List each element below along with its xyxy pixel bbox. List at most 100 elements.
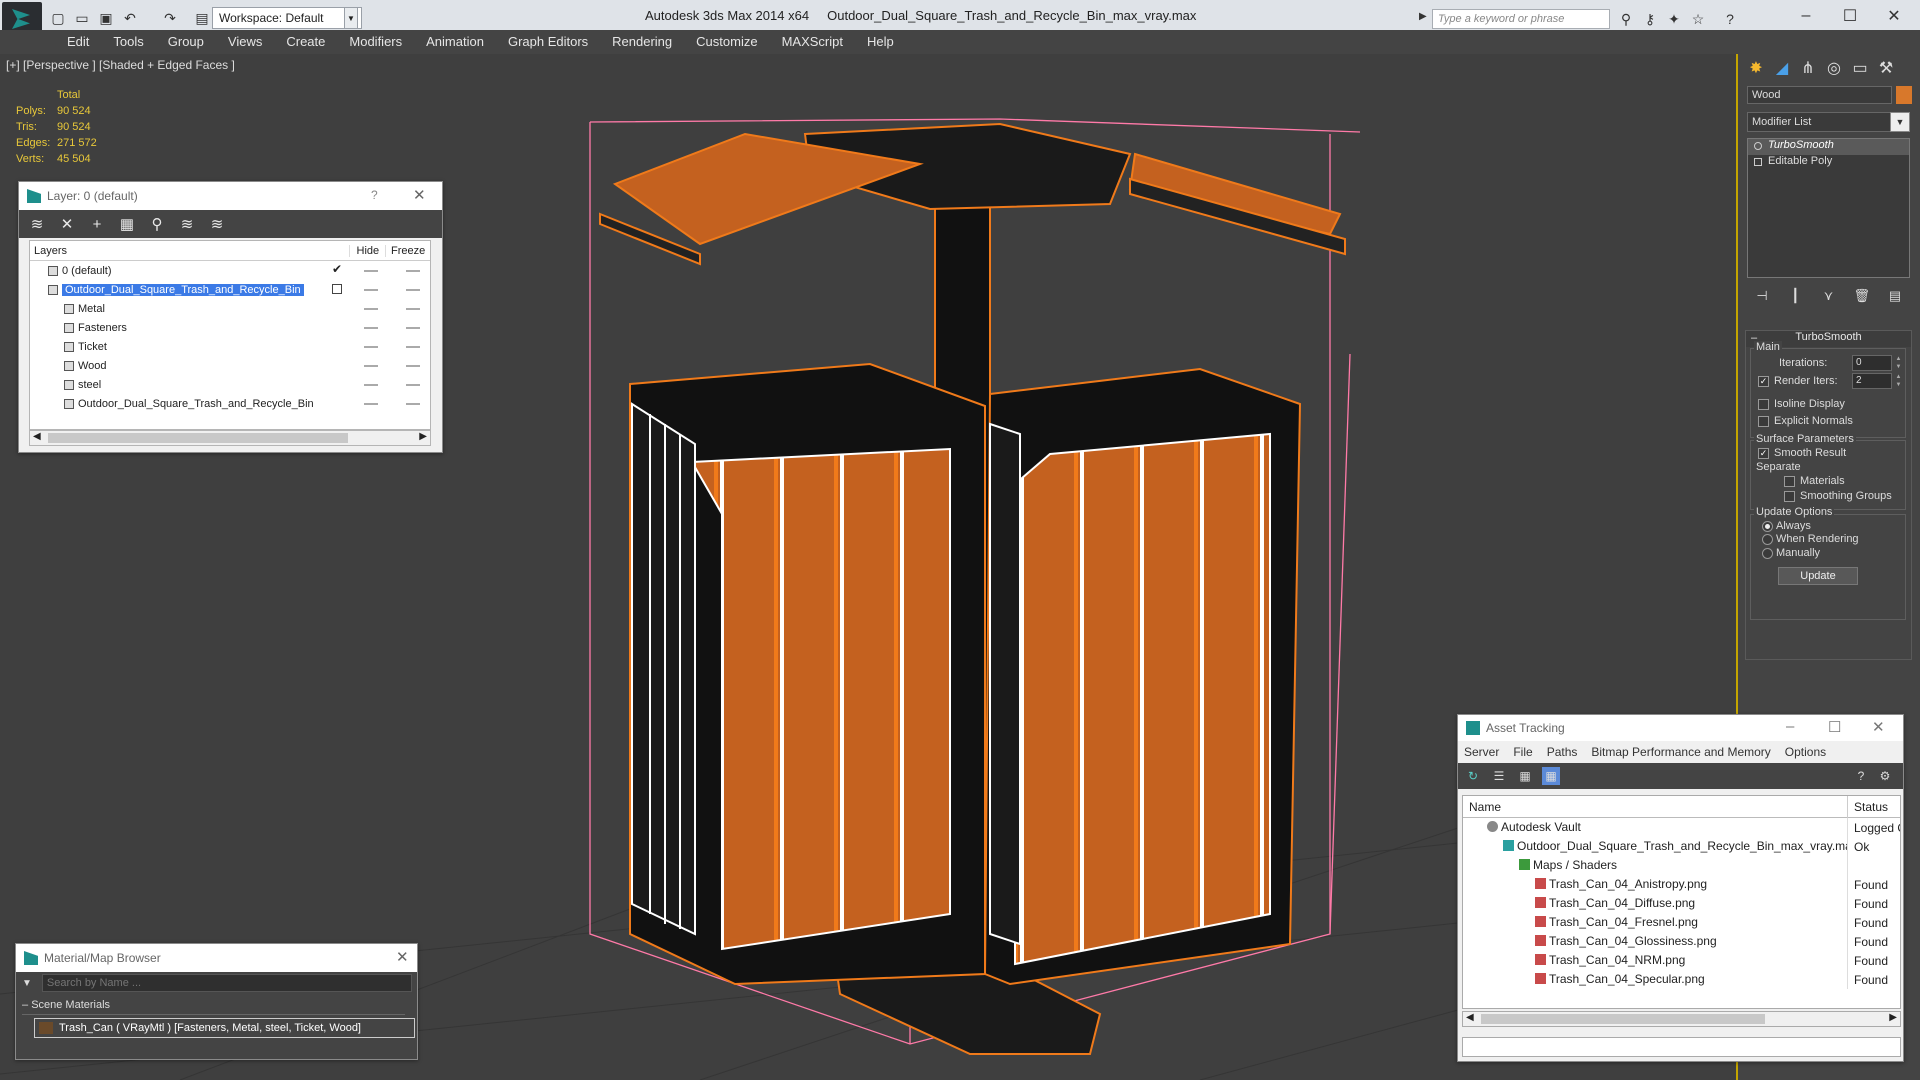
key-icon[interactable]: ⚷ bbox=[1640, 9, 1660, 29]
utilities-tab-icon[interactable]: ⚒ bbox=[1874, 56, 1898, 80]
smooth-result-checkbox[interactable]: ✓ bbox=[1758, 448, 1769, 459]
object-name-field[interactable]: Wood bbox=[1747, 86, 1892, 104]
modifier-list-dropdown[interactable]: Modifier List bbox=[1747, 112, 1910, 132]
menu-edit[interactable]: Edit bbox=[55, 30, 101, 54]
search-expand-icon[interactable]: ▶ bbox=[1419, 11, 1427, 22]
materials-checkbox[interactable] bbox=[1784, 476, 1795, 487]
scroll-right-icon[interactable]: ▶ bbox=[1889, 1012, 1897, 1023]
new-file-icon[interactable]: ▢ bbox=[48, 8, 68, 28]
menu-bitmap-performance[interactable]: Bitmap Performance and Memory bbox=[1591, 745, 1770, 759]
settings-icon[interactable]: ⚙ bbox=[1876, 767, 1894, 785]
freeze-toggle[interactable] bbox=[406, 270, 420, 272]
help-search-input[interactable]: Type a keyword or phrase bbox=[1432, 9, 1610, 29]
asset-row[interactable]: Trash_Can_04_Glossiness.png Found bbox=[1463, 932, 1900, 951]
table-view-icon[interactable]: ▦ bbox=[1542, 767, 1560, 785]
select-layer-icon[interactable]: ⚲ bbox=[147, 214, 167, 234]
active-layer-box[interactable] bbox=[332, 284, 342, 294]
save-file-icon[interactable]: ▣ bbox=[96, 8, 116, 28]
expand-icon[interactable] bbox=[1754, 158, 1762, 166]
smoothing-groups-checkbox[interactable] bbox=[1784, 491, 1795, 502]
scroll-left-icon[interactable]: ◀ bbox=[1466, 1012, 1474, 1023]
asset-row[interactable]: Trash_Can_04_Diffuse.png Found bbox=[1463, 894, 1900, 913]
scrollbar-thumb[interactable] bbox=[48, 433, 348, 443]
freeze-column-header[interactable]: Freeze bbox=[386, 245, 430, 257]
menu-tools[interactable]: Tools bbox=[101, 30, 155, 54]
freeze-toggle[interactable] bbox=[406, 327, 420, 329]
asset-row[interactable]: Maps / Shaders bbox=[1463, 856, 1900, 875]
remove-modifier-icon[interactable]: 🗑 bbox=[1853, 287, 1871, 305]
minimize-window-icon[interactable]: – bbox=[1786, 4, 1826, 28]
menu-options[interactable]: Options bbox=[1785, 745, 1826, 759]
hide-toggle[interactable] bbox=[364, 270, 378, 272]
close-icon[interactable]: ✕ bbox=[413, 186, 426, 204]
hide-toggle[interactable] bbox=[364, 289, 378, 291]
asset-row[interactable]: Outdoor_Dual_Square_Trash_and_Recycle_Bi… bbox=[1463, 837, 1900, 856]
menu-server[interactable]: Server bbox=[1464, 745, 1499, 759]
hide-toggle[interactable] bbox=[364, 384, 378, 386]
viewport-label[interactable]: [+] [Perspective ] [Shaded + Edged Faces… bbox=[6, 58, 235, 72]
favorites-star-icon[interactable]: ☆ bbox=[1688, 9, 1708, 29]
scrollbar-thumb[interactable] bbox=[1481, 1014, 1765, 1024]
redo-icon[interactable]: ↷ bbox=[160, 8, 180, 28]
layer-row[interactable]: Outdoor_Dual_Square_Trash_and_Recycle_Bi… bbox=[30, 394, 430, 413]
collapse-icon[interactable]: – bbox=[22, 999, 28, 1011]
spinner-arrows-icon[interactable]: ▲ ▼ bbox=[1894, 373, 1903, 389]
freeze-all-icon[interactable]: ≋ bbox=[207, 214, 227, 234]
modify-tab-icon[interactable]: ◢ bbox=[1770, 56, 1794, 80]
always-radio[interactable] bbox=[1762, 521, 1773, 532]
freeze-toggle[interactable] bbox=[406, 346, 420, 348]
layer-panel-title-bar[interactable]: Layer: 0 (default) ? ✕ bbox=[19, 182, 442, 210]
lightbulb-icon[interactable] bbox=[1754, 142, 1762, 150]
material-browser-title-bar[interactable]: Material/Map Browser ✕ bbox=[16, 944, 417, 972]
render-iters-checkbox[interactable]: ✓ bbox=[1758, 376, 1769, 387]
explicit-normals-checkbox[interactable] bbox=[1758, 416, 1769, 427]
close-icon[interactable]: ✕ bbox=[396, 948, 409, 966]
asset-path-field[interactable] bbox=[1462, 1037, 1901, 1057]
material-item[interactable]: Trash_Can ( VRayMtl ) [Fasteners, Metal,… bbox=[34, 1018, 415, 1038]
layer-row[interactable]: steel bbox=[30, 375, 430, 394]
scroll-right-icon[interactable]: ▶ bbox=[419, 431, 427, 442]
horizontal-scrollbar[interactable]: ◀ ▶ bbox=[29, 430, 431, 446]
minimize-icon[interactable]: – bbox=[1786, 718, 1794, 735]
scroll-left-icon[interactable]: ◀ bbox=[33, 431, 41, 442]
freeze-toggle[interactable] bbox=[406, 308, 420, 310]
close-window-icon[interactable]: ✕ bbox=[1874, 4, 1914, 28]
binoculars-icon[interactable]: ⚲ bbox=[1616, 9, 1636, 29]
stack-item-editable-poly[interactable]: Editable Poly bbox=[1748, 155, 1909, 171]
help-icon[interactable]: ? bbox=[1852, 767, 1870, 785]
close-icon[interactable]: ✕ bbox=[1872, 718, 1885, 736]
list-view-icon[interactable]: ☰ bbox=[1490, 767, 1508, 785]
object-color-swatch[interactable] bbox=[1896, 86, 1912, 104]
menu-maxscript[interactable]: MAXScript bbox=[770, 30, 855, 54]
options-dropdown-icon[interactable]: ▼ bbox=[22, 978, 32, 989]
delete-layer-icon[interactable]: ✕ bbox=[57, 214, 77, 234]
create-tab-icon[interactable]: ✸ bbox=[1744, 56, 1768, 80]
menu-modifiers[interactable]: Modifiers bbox=[337, 30, 414, 54]
asset-row[interactable]: Autodesk Vault Logged O bbox=[1463, 818, 1900, 837]
menu-customize[interactable]: Customize bbox=[684, 30, 769, 54]
scene-materials-group[interactable]: – Scene Materials bbox=[22, 999, 405, 1015]
help-icon[interactable]: ? bbox=[371, 188, 378, 202]
name-column-header[interactable]: Name bbox=[1463, 796, 1848, 818]
hide-column-header[interactable]: Hide bbox=[350, 244, 387, 257]
menu-animation[interactable]: Animation bbox=[414, 30, 496, 54]
hide-all-icon[interactable]: ≋ bbox=[177, 214, 197, 234]
add-to-layer-icon[interactable]: + bbox=[87, 214, 107, 234]
create-layer-icon[interactable]: ≋ bbox=[27, 214, 47, 234]
render-iters-spinner[interactable]: 2 bbox=[1852, 373, 1892, 389]
open-file-icon[interactable]: ▭ bbox=[72, 8, 92, 28]
when-rendering-radio[interactable] bbox=[1762, 534, 1773, 545]
make-unique-icon[interactable]: ⋎ bbox=[1820, 287, 1838, 305]
layer-row[interactable]: Ticket bbox=[30, 337, 430, 356]
freeze-toggle[interactable] bbox=[406, 384, 420, 386]
asset-row[interactable]: Trash_Can_04_Anistropy.png Found bbox=[1463, 875, 1900, 894]
menu-views[interactable]: Views bbox=[216, 30, 274, 54]
asset-row[interactable]: Trash_Can_04_Fresnel.png Found bbox=[1463, 913, 1900, 932]
hide-toggle[interactable] bbox=[364, 403, 378, 405]
spinner-arrows-icon[interactable]: ▲ ▼ bbox=[1894, 355, 1903, 371]
select-objects-icon[interactable]: ▦ bbox=[117, 214, 137, 234]
menu-rendering[interactable]: Rendering bbox=[600, 30, 684, 54]
maximize-window-icon[interactable]: ☐ bbox=[1830, 4, 1870, 28]
horizontal-scrollbar[interactable]: ◀ ▶ bbox=[1462, 1011, 1901, 1027]
asset-row[interactable]: Trash_Can_04_Specular.png Found bbox=[1463, 970, 1900, 989]
